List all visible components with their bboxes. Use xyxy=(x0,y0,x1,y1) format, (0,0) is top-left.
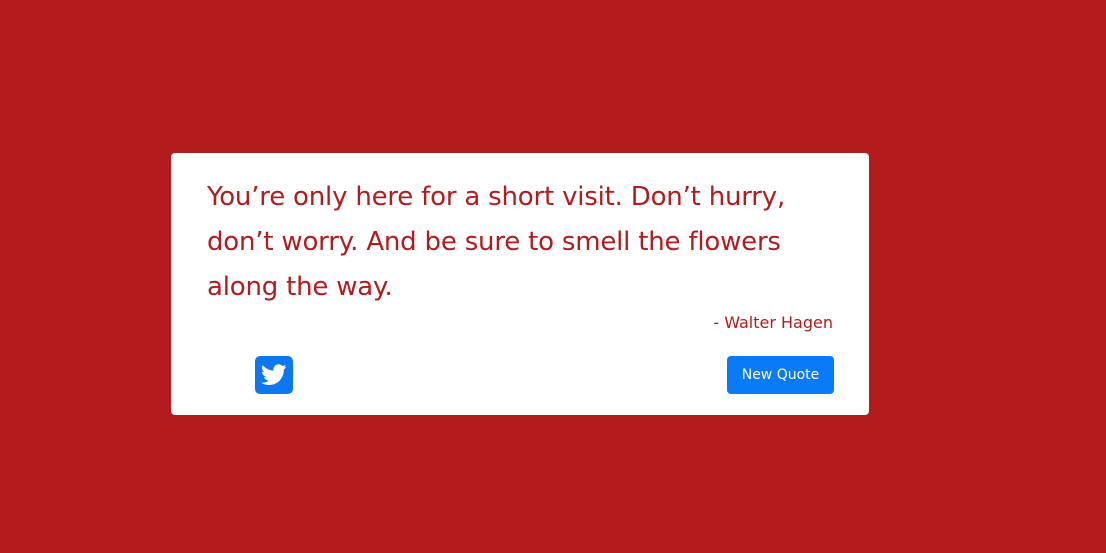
tweet-quote-button[interactable] xyxy=(255,356,293,394)
new-quote-button[interactable]: New Quote xyxy=(727,356,834,394)
quote-author: - Walter Hagen xyxy=(713,313,833,332)
page-background: { "quote": { "text": "You’re only here f… xyxy=(0,0,1106,553)
twitter-icon xyxy=(261,364,287,385)
quote-text: You’re only here for a short visit. Don’… xyxy=(207,182,786,302)
quote-box: You’re only here for a short visit. Don’… xyxy=(171,153,869,415)
